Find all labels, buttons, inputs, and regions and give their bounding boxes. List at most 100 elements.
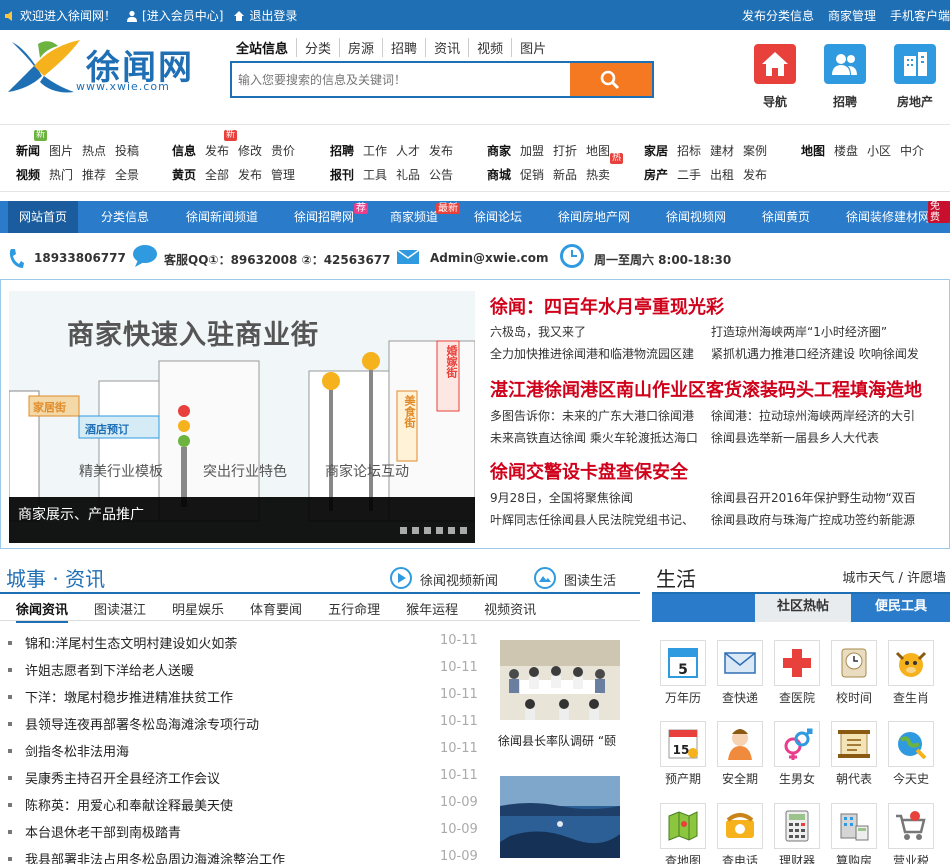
cat-link[interactable]: 管理 xyxy=(271,166,295,183)
logout-link[interactable]: 退出登录 xyxy=(249,7,297,24)
news-title[interactable]: 下洋：墩尾村稳步推进精准扶贫工作 xyxy=(25,687,233,706)
headline-link[interactable]: 未来高铁直达徐闻 乘火车轮渡抵达海口 xyxy=(490,429,700,446)
list-item[interactable]: 本台退休老干部到南极踏青 10-09 xyxy=(8,822,488,849)
news-title[interactable]: 本台退休老干部到南极踏青 xyxy=(25,822,181,841)
cat-link[interactable]: 发布 xyxy=(205,142,229,159)
cat-link[interactable]: 出租 xyxy=(710,166,734,183)
cat-link[interactable]: 热门 xyxy=(49,166,73,183)
photo-caption[interactable]: 徐闻县长率队调研 “颐 xyxy=(498,732,624,749)
headline-link[interactable]: 多图告诉你：未来的广东大港口徐闻港 xyxy=(490,407,700,424)
headline-link[interactable]: 叶辉同志任徐闻县人民法院党组书记、 xyxy=(490,511,700,528)
news-title[interactable]: 我县部署非法占用冬松岛周边海滩涂整治工作 xyxy=(25,849,285,864)
nav-home[interactable]: 网站首页 xyxy=(8,201,78,233)
news-title[interactable]: 县领导连夜再部署冬松岛海滩涂专项行动 xyxy=(25,714,259,733)
search-input[interactable] xyxy=(232,63,570,96)
cat-link[interactable]: 中介 xyxy=(900,142,924,159)
cat-link[interactable]: 小区 xyxy=(867,142,891,159)
banner-slideshow[interactable]: 商家快速入驻商业街 家居街 酒店预订 婚嫁街 美食街 精美行业模板 突出行业特色… xyxy=(9,291,475,543)
life-header-links[interactable]: 城市天气 / 许愿墙 xyxy=(842,567,946,586)
cat-link[interactable]: 贵价 xyxy=(271,142,295,159)
cat-property-heading[interactable]: 房产 xyxy=(644,166,668,183)
slide-dot[interactable] xyxy=(424,527,431,534)
cat-home-heading[interactable]: 家居 xyxy=(644,142,668,159)
news-photo-meeting[interactable] xyxy=(500,640,620,720)
headline-link[interactable]: 紧抓机遇力推港口经济建设 吹响徐闻发 xyxy=(711,345,947,362)
nav-forum[interactable]: 徐闻论坛 xyxy=(474,201,522,233)
cat-mall-heading[interactable]: 商城 xyxy=(487,166,511,183)
merchant-admin-link[interactable]: 商家管理 xyxy=(828,7,876,24)
cat-link[interactable]: 热点 xyxy=(82,142,106,159)
cat-link[interactable]: 招标 xyxy=(677,142,701,159)
cat-link[interactable]: 全景 xyxy=(115,166,139,183)
search-tab-all[interactable]: 全站信息 xyxy=(236,38,296,57)
cat-link[interactable]: 打折 xyxy=(553,142,577,159)
cat-link[interactable]: 加盟 xyxy=(520,142,544,159)
cat-link[interactable]: 图片 xyxy=(49,142,73,159)
headline-link[interactable]: 徐闻县召开2016年保护野生动物“双百 xyxy=(711,489,947,506)
search-button[interactable] xyxy=(570,63,652,96)
cat-link[interactable]: 案例 xyxy=(743,142,767,159)
headline-title[interactable]: 徐闻交警设卡盘查保安全 xyxy=(490,458,688,484)
nav-jobs[interactable]: 徐闻招聘网 xyxy=(294,201,354,233)
slide-dot[interactable] xyxy=(400,527,407,534)
news-photo-coast[interactable] xyxy=(500,776,620,858)
nav-realestate[interactable]: 徐闻房地产网 xyxy=(558,201,630,233)
nav-yellowpages[interactable]: 徐闻黄页 xyxy=(762,201,810,233)
tab-convenience-tools[interactable]: 便民工具 xyxy=(853,594,949,622)
headline-link[interactable]: 打造琼州海峡两岸“1小时经济圈” xyxy=(711,323,947,340)
video-news-link[interactable]: 徐闻视频新闻 xyxy=(420,570,498,589)
realestate-shortcut-button[interactable] xyxy=(894,44,936,84)
headline-link[interactable]: 全力加快推进徐闻港和临港物流园区建 xyxy=(490,345,700,362)
site-logo[interactable]: 徐闻网 www.xwie.com xyxy=(4,34,204,98)
cat-merchant-heading[interactable]: 商家 xyxy=(487,142,511,159)
cat-link[interactable]: 投稿 xyxy=(115,142,139,159)
cat-link[interactable]: 热卖 xyxy=(586,166,610,183)
headline-link[interactable]: 9月28日，全国将聚焦徐闻 xyxy=(490,489,700,506)
search-tab-housing[interactable]: 房源 xyxy=(339,38,382,57)
jobs-shortcut-button[interactable] xyxy=(824,44,866,84)
cat-link[interactable]: 礼品 xyxy=(396,166,420,183)
cat-map-heading[interactable]: 地图 xyxy=(801,142,825,159)
cat-link[interactable]: 工作 xyxy=(363,142,387,159)
nav-shortcut-button[interactable] xyxy=(754,44,796,84)
headline-link[interactable]: 徐闻县政府与珠海广控成功签约新能源 xyxy=(711,511,947,528)
cat-link[interactable]: 促销 xyxy=(520,166,544,183)
cat-info-heading[interactable]: 信息 xyxy=(172,142,196,159)
cat-link[interactable]: 人才 xyxy=(396,142,420,159)
slide-dot[interactable] xyxy=(436,527,443,534)
nav-video[interactable]: 徐闻视频网 xyxy=(666,201,726,233)
mobile-client-link[interactable]: 手机客户端 xyxy=(890,7,950,24)
cat-link[interactable]: 发布 xyxy=(238,166,262,183)
member-center-link[interactable]: [进入会员中心] xyxy=(142,7,223,24)
nav-decoration[interactable]: 徐闻装修建材网 xyxy=(846,201,930,233)
cat-link[interactable]: 楼盘 xyxy=(834,142,858,159)
cat-video-heading[interactable]: 视频 xyxy=(16,166,40,183)
list-item[interactable]: 我县部署非法占用冬松岛周边海滩涂整治工作 10-09 xyxy=(8,849,488,864)
cat-link[interactable]: 地图 xyxy=(586,142,610,159)
slide-dot[interactable] xyxy=(460,527,467,534)
list-item[interactable]: 许姐志愿者到下洋给老人送暖 10-11 xyxy=(8,660,488,687)
headline-link[interactable]: 徐闻港：拉动琼州海峡两岸经济的大引 xyxy=(711,407,947,424)
cat-link[interactable]: 工具 xyxy=(363,166,387,183)
cat-yellowpage-heading[interactable]: 黄页 xyxy=(172,166,196,183)
headline-title[interactable]: 湛江港徐闻港区南山作业区客货滚装码头工程填海造地 xyxy=(490,376,948,402)
cat-link[interactable]: 全部 xyxy=(205,166,229,183)
nav-merchant[interactable]: 商家频道 xyxy=(390,201,438,233)
headline-link[interactable]: 徐闻县选举新一届县乡人大代表 xyxy=(711,429,947,446)
cat-news-heading[interactable]: 新闻 xyxy=(16,142,40,159)
headline-link[interactable]: 六极岛，我又来了 xyxy=(490,323,700,340)
news-title[interactable]: 剑指冬松非法用海 xyxy=(25,741,129,760)
news-title[interactable]: 吴康秀主持召开全县经济工作会议 xyxy=(25,768,220,787)
cat-link[interactable]: 公告 xyxy=(429,166,453,183)
news-title[interactable]: 许姐志愿者到下洋给老人送暖 xyxy=(25,660,194,679)
photo-life-link[interactable]: 图读生活 xyxy=(564,570,616,589)
list-item[interactable]: 剑指冬松非法用海 10-11 xyxy=(8,741,488,768)
cat-link[interactable]: 发布 xyxy=(743,166,767,183)
nav-news[interactable]: 徐闻新闻频道 xyxy=(186,201,258,233)
cat-link[interactable]: 二手 xyxy=(677,166,701,183)
search-tab-jobs[interactable]: 招聘 xyxy=(382,38,425,57)
headline-title[interactable]: 徐闻：四百年水月亭重现光彩 xyxy=(490,293,724,319)
slide-dot[interactable] xyxy=(412,527,419,534)
list-item[interactable]: 县领导连夜再部署冬松岛海滩涂专项行动 10-11 xyxy=(8,714,488,741)
post-classified-link[interactable]: 发布分类信息 xyxy=(742,7,814,24)
